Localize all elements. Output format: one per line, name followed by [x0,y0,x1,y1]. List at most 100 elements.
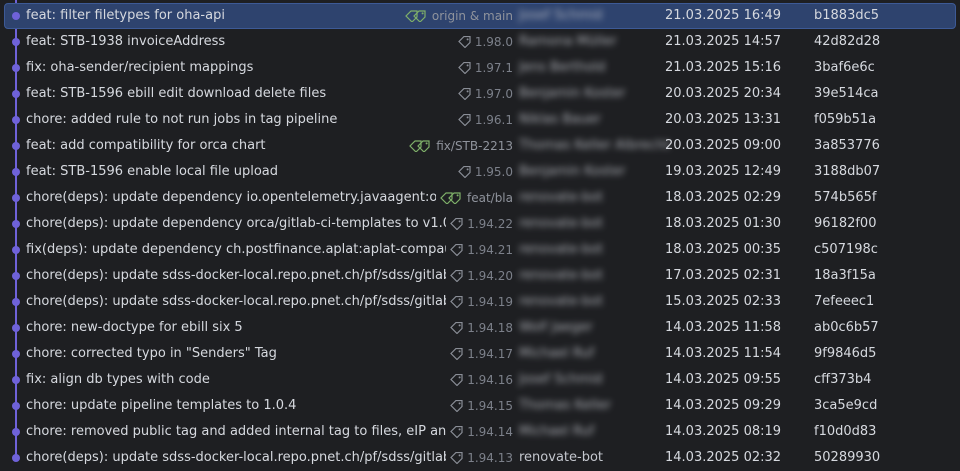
commit-row[interactable]: chore(deps): update sdss-docker-local.re… [0,263,960,289]
commit-date: 18.03.2025 02:29 [665,190,782,205]
branch-label[interactable]: origin & main [405,3,513,29]
commit-row[interactable]: fix(deps): update dependency ch.postfina… [0,237,960,263]
commit-row[interactable]: chore: new-doctype for ebill six 5 1.94.1… [0,315,960,341]
tag-label[interactable]: 1.96.1 [457,107,513,133]
commit-hash[interactable]: 3baf6e6c [814,55,875,81]
commit-hash[interactable]: 9f9846d5 [814,341,876,367]
commit-author: Benjamin Koster [519,86,626,101]
commit-author: renovate-bot [519,216,603,231]
tag-label[interactable]: 1.94.19 [450,289,513,315]
ref-name: feat/bla [466,191,513,205]
branch-label[interactable]: fix/STB-2213 [409,133,513,159]
tag-icon [450,426,464,438]
tag-label[interactable]: 1.95.0 [457,159,513,185]
tag-label[interactable]: 1.94.15 [450,393,513,419]
ref-name: 1.95.0 [474,165,513,179]
commit-subject: fix: oha-sender/recipient mappings [26,60,254,75]
commit-row[interactable]: chore: update pipeline templates to 1.0.… [0,393,960,419]
commit-hash[interactable]: ab0c6b57 [814,315,879,341]
tag-label[interactable]: 1.94.13 [450,445,513,471]
tag-label[interactable]: 1.97.0 [457,81,513,107]
ref-name: 1.97.1 [474,61,513,75]
commit-row[interactable]: chore(deps): update sdss-docker-local.re… [0,289,960,315]
tag-label[interactable]: 1.97.1 [457,55,513,81]
commit-hash[interactable]: 7efeeec1 [814,289,874,315]
commit-row[interactable]: feat: filter filetypes for oha-api origin… [0,3,960,29]
commit-hash[interactable]: f10d0d83 [814,419,876,445]
tag-icon [450,244,464,256]
commit-row[interactable]: feat: STB-1938 invoiceAddress 1.98.0 Ramon… [0,29,960,55]
commit-row[interactable]: feat: add compatibility for orca chart fi… [0,133,960,159]
commit-date: 15.03.2025 02:33 [665,294,782,309]
commit-hash[interactable]: f059b51a [814,107,876,133]
commit-hash[interactable]: 3188db07 [814,159,880,185]
commit-subject: chore(deps): update sdss-docker-local.re… [26,268,446,283]
commit-hash[interactable]: 18a3f15a [814,263,876,289]
commit-hash[interactable]: cff373b4 [814,367,871,393]
commit-hash[interactable]: 96182f00 [814,211,876,237]
commit-node-icon [12,402,20,410]
tag-label[interactable]: 1.94.17 [450,341,513,367]
commit-row[interactable]: chore(deps): update dependency io.opente… [0,185,960,211]
tag-label[interactable]: 1.98.0 [457,29,513,55]
commit-author: renovate-bot [519,242,603,257]
commit-node-icon [12,376,20,384]
commit-row[interactable]: feat: STB-1596 enable local file upload 1… [0,159,960,185]
commit-date: 14.03.2025 11:54 [665,346,782,361]
branch-icon [409,140,433,152]
tag-label[interactable]: 1.94.16 [450,367,513,393]
tag-label[interactable]: 1.94.14 [450,419,513,445]
commit-subject: fix(deps): update dependency ch.postfina… [26,242,446,257]
commit-date: 19.03.2025 12:49 [665,164,782,179]
commit-date: 18.03.2025 01:30 [665,216,782,231]
commit-date: 21.03.2025 14:57 [665,34,782,49]
commit-node-icon [12,90,20,98]
tag-icon [457,114,472,126]
tag-icon [450,322,464,334]
commit-author: Wolf Jaeger [519,320,593,335]
commit-hash[interactable]: 574b565f [814,185,876,211]
commit-row[interactable]: chore: removed public tag and added inte… [0,419,960,445]
commit-subject: feat: STB-1596 ebill edit download delet… [26,86,327,101]
commit-hash[interactable]: c507198c [814,237,878,263]
tag-icon [450,348,464,360]
commit-date: 20.03.2025 13:31 [665,112,782,127]
commit-hash[interactable]: 3a853776 [814,133,880,159]
ref-name: 1.94.13 [467,451,513,465]
commit-row[interactable]: fix: oha-sender/recipient mappings 1.97.1… [0,55,960,81]
commit-author: Jens Berthold [519,60,606,75]
tag-label[interactable]: 1.94.18 [450,315,513,341]
commit-author: Michael Ruf [519,346,595,361]
commit-author: renovate-bot [519,190,603,205]
commit-subject: chore: new-doctype for ebill six 5 [26,320,243,335]
tag-label[interactable]: 1.94.22 [450,211,513,237]
ref-name: 1.94.15 [467,399,513,413]
ref-name: 1.94.18 [467,321,513,335]
commit-hash[interactable]: 50289930 [814,445,880,471]
commit-author: Benjamin Koster [519,164,626,179]
branch-label[interactable]: feat/bla [440,185,513,211]
tag-icon [457,36,472,48]
commit-row[interactable]: chore: added rule to not run jobs in tag… [0,107,960,133]
commit-node-icon [12,220,20,228]
commit-row[interactable]: fix: align db types with code 1.94.16 Jose… [0,367,960,393]
commit-row[interactable]: chore(deps): update dependency orca/gitl… [0,211,960,237]
commit-author: Michael Ruf [519,424,595,439]
commit-hash[interactable]: 3ca5e9cd [814,393,877,419]
tag-label[interactable]: 1.94.20 [450,263,513,289]
commit-node-icon [12,272,20,280]
tag-icon [457,166,472,178]
commit-node-icon [12,64,20,72]
commit-date: 21.03.2025 15:16 [665,60,782,75]
commit-date: 20.03.2025 20:34 [665,86,782,101]
tag-icon [457,88,472,100]
commit-hash[interactable]: b1883dc5 [814,3,879,29]
tag-icon [450,270,464,282]
commit-hash[interactable]: 39e514ca [814,81,878,107]
tag-label[interactable]: 1.94.21 [450,237,513,263]
commit-row[interactable]: feat: STB-1596 ebill edit download delet… [0,81,960,107]
commit-row[interactable]: chore(deps): update sdss-docker-local.re… [0,445,960,471]
commit-hash[interactable]: 42d82d28 [814,29,880,55]
commit-row[interactable]: chore: corrected typo in "Senders" Tag 1.… [0,341,960,367]
commit-date: 21.03.2025 16:49 [665,8,782,23]
